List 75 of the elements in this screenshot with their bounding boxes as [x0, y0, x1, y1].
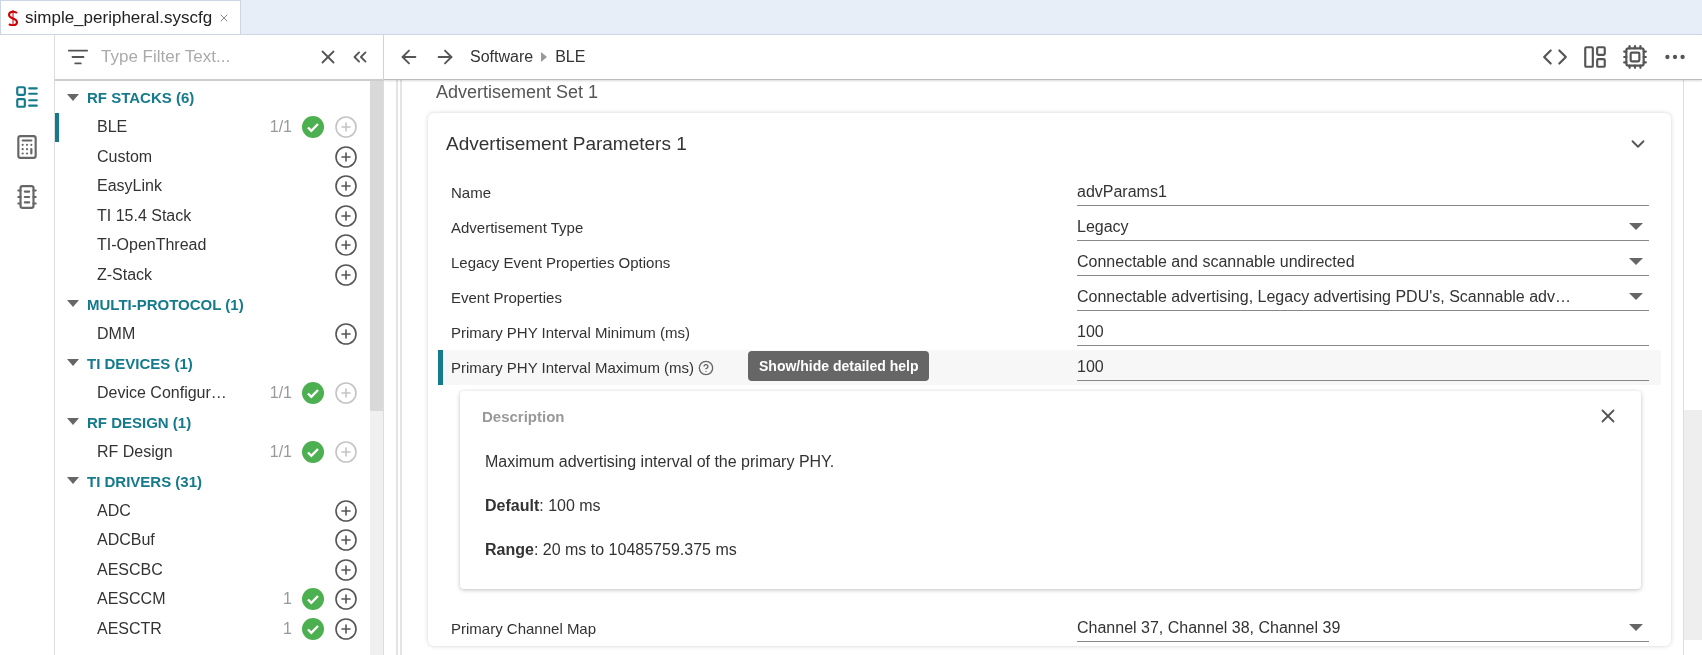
expand-triangle-icon[interactable] [67, 418, 79, 427]
module-item[interactable]: TI 15.4 Stack [55, 201, 370, 231]
breadcrumb-separator-icon [541, 52, 548, 62]
group-title: RF DESIGN (1) [87, 413, 192, 431]
dropdown-field[interactable]: Channel 37, Channel 38, Channel 39 [1077, 615, 1649, 642]
add-icon[interactable] [334, 321, 358, 346]
add-icon[interactable] [334, 262, 358, 287]
add-icon[interactable] [334, 557, 358, 582]
instance-count: 1 [283, 619, 292, 638]
description-text: Default: 100 ms [485, 497, 602, 515]
dropdown-field[interactable]: Legacy [1077, 214, 1649, 241]
setting-label: Advertisement Type [451, 219, 584, 236]
expand-triangle-icon[interactable] [67, 300, 79, 309]
instance-count: 1/1 [269, 442, 292, 461]
editor-tab-title: simple_peripheral.syscfg [25, 7, 213, 28]
add-icon[interactable] [334, 587, 358, 612]
module-item[interactable]: ADCBuf [55, 525, 370, 555]
chip-icon[interactable] [1622, 44, 1648, 70]
dropdown-arrow-icon [1629, 293, 1643, 301]
expand-triangle-icon[interactable] [67, 93, 79, 102]
input-field[interactable]: advParams1 [1077, 179, 1649, 206]
module-item[interactable]: RF Design 1/1 [55, 437, 370, 467]
setting-label: Name [451, 184, 491, 201]
module-item[interactable]: AESCTR 1 [55, 614, 370, 644]
module-item[interactable]: AESCBC [55, 555, 370, 585]
module-item[interactable]: Device Configur… 1/1 [55, 378, 370, 408]
dropdown-arrow-icon [1629, 258, 1643, 266]
add-icon[interactable] [334, 174, 358, 199]
module-item[interactable]: TI-OpenThread [55, 230, 370, 260]
module-item[interactable]: ADC [55, 496, 370, 526]
setting-label: Event Properties [451, 289, 562, 306]
module-item[interactable]: Z-Stack [55, 260, 370, 290]
module-item[interactable]: DMM [55, 319, 370, 349]
group-title: TI DRIVERS (31) [87, 472, 203, 490]
instance-count: 1/1 [269, 118, 292, 137]
dropdown-arrow-icon [1629, 624, 1643, 632]
dropdown-field[interactable]: Connectable advertising, Legacy advertising PDU's, Scannable adv… [1077, 284, 1649, 311]
instance-count: 1/1 [269, 383, 292, 402]
scrollbar-thumb[interactable] [370, 81, 383, 411]
description-text: Maximum advertising interval of the primary PHY. [485, 453, 836, 471]
description-text: Range: 20 ms to 10485759.375 ms [485, 541, 738, 559]
dropdown-field[interactable]: Connectable and scannable undirected [1077, 249, 1649, 276]
group-title: TI DEVICES (1) [87, 354, 193, 372]
board-icon[interactable] [1582, 44, 1608, 70]
instance-count: 1 [283, 590, 292, 609]
scrollbar-thumb[interactable] [1684, 410, 1702, 640]
tooltip: Show/hide detailed help [748, 351, 930, 381]
input-field[interactable]: 100 [1077, 354, 1649, 381]
setting-label: Primary Channel Map [451, 620, 597, 637]
setting-label: Legacy Event Properties Options [451, 254, 671, 271]
file-type-icon [7, 9, 19, 26]
add-icon[interactable] [334, 528, 358, 553]
add-icon[interactable] [334, 233, 358, 258]
setting-label: Primary PHY Interval Maximum (ms) [451, 359, 695, 376]
description-title: Description [482, 407, 566, 425]
setting-label: Primary PHY Interval Minimum (ms) [451, 324, 690, 341]
module-item[interactable]: EasyLink [55, 171, 370, 201]
module-item[interactable]: Custom [55, 142, 370, 172]
add-icon[interactable] [334, 144, 358, 169]
card-title: Advertisement Parameters 1 [446, 133, 688, 155]
breadcrumb-link[interactable]: BLE [555, 48, 586, 66]
input-field[interactable]: 100 [1077, 319, 1649, 346]
dropdown-arrow-icon [1629, 223, 1643, 231]
breadcrumb-link[interactable]: Software [470, 48, 534, 66]
expand-triangle-icon[interactable] [67, 359, 79, 368]
editor-tab[interactable]: simple_peripheral.syscfg [0, 0, 242, 34]
expand-triangle-icon[interactable] [67, 477, 79, 486]
group-title: MULTI-PROTOCOL (1) [87, 295, 244, 313]
add-icon[interactable] [334, 498, 358, 523]
group-title: RF STACKS (6) [87, 89, 195, 107]
add-icon[interactable] [334, 203, 358, 228]
add-icon[interactable] [334, 616, 358, 641]
module-item[interactable]: AESCCM 1 [55, 584, 370, 614]
help-icon[interactable] [698, 359, 715, 376]
section-title: Advertisement Set 1 [435, 81, 600, 104]
